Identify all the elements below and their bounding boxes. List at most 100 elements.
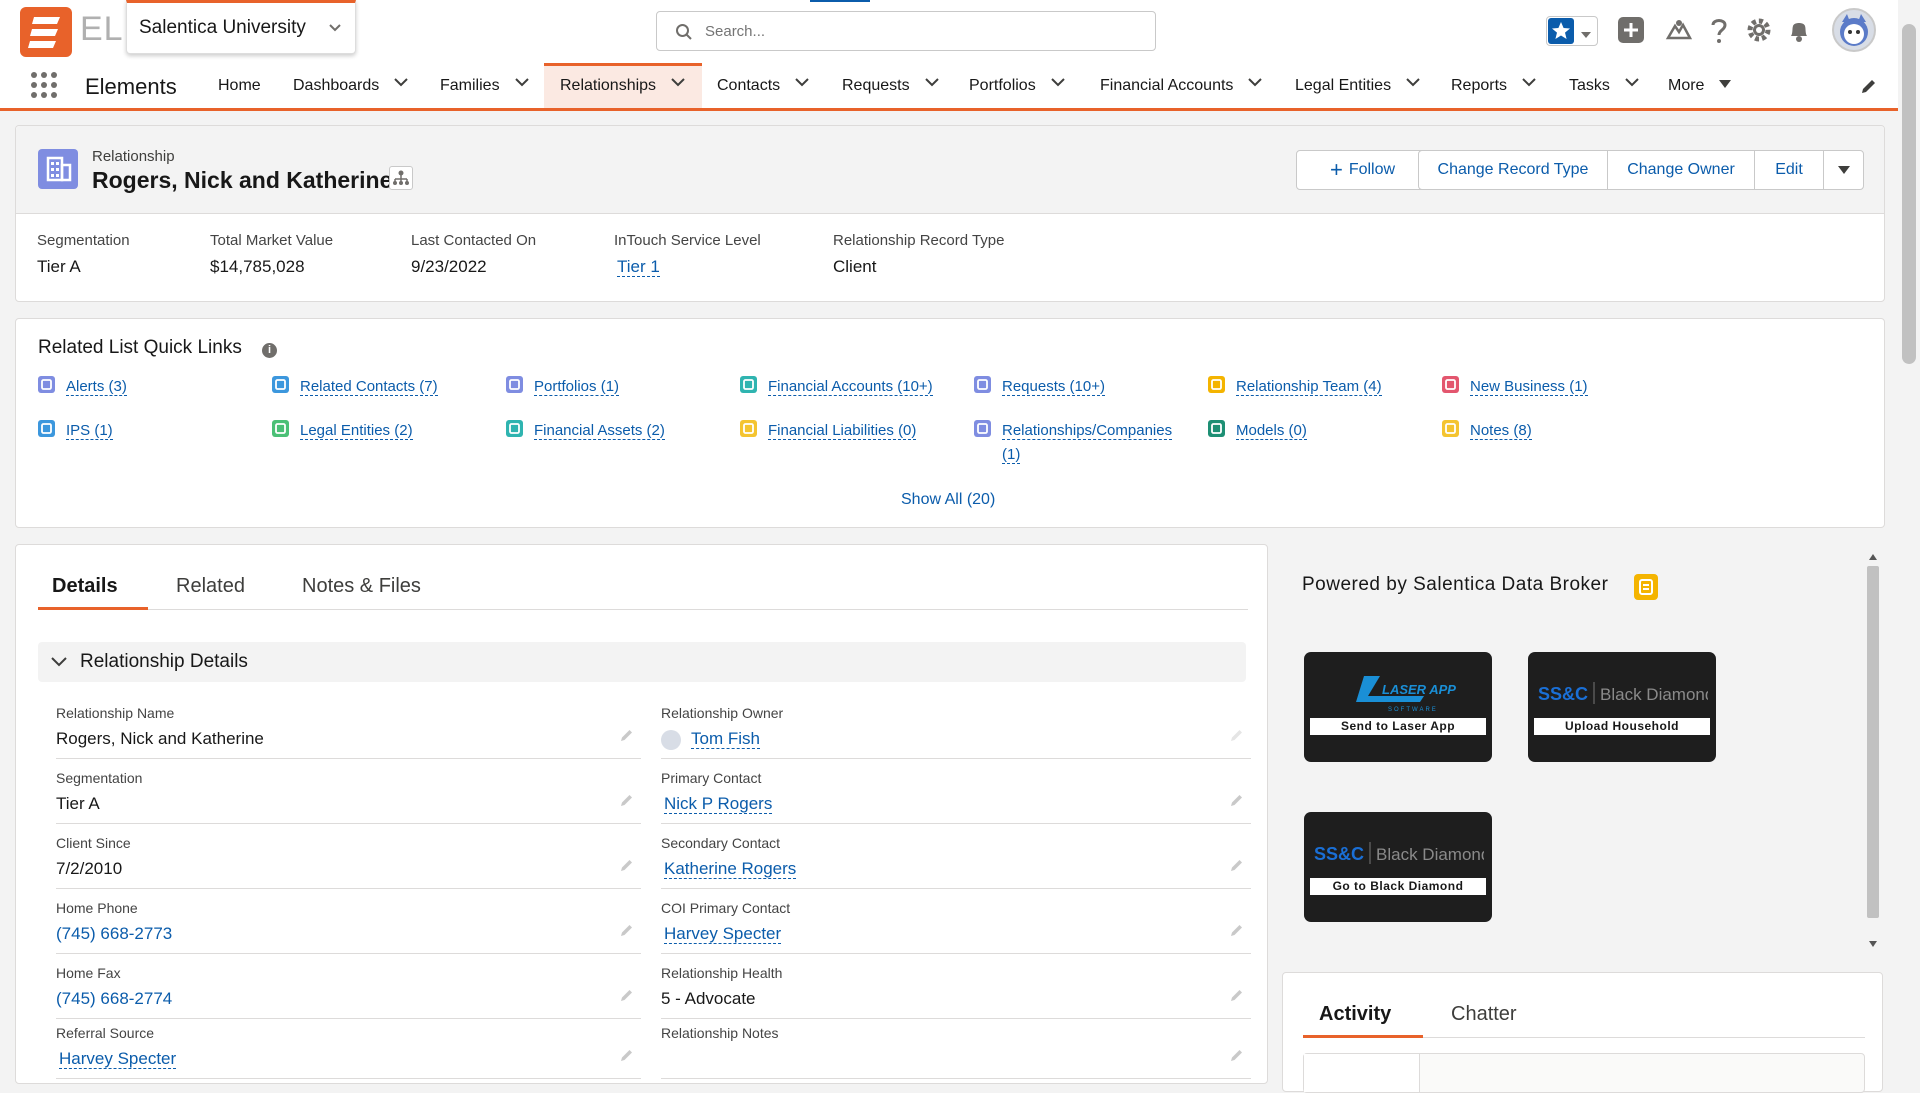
- pencil-icon[interactable]: [619, 727, 635, 748]
- gear-icon[interactable]: [1745, 16, 1773, 49]
- nav-item-relationships[interactable]: Relationships: [544, 63, 703, 108]
- app-logo[interactable]: [20, 7, 72, 57]
- edit-button[interactable]: Edit: [1754, 150, 1824, 190]
- quick-link[interactable]: Notes (8): [1442, 419, 1662, 463]
- field-value[interactable]: (745) 668-2773: [56, 924, 172, 944]
- quick-link-label[interactable]: Portfolios (1): [534, 378, 620, 396]
- field-value[interactable]: Tom Fish: [661, 729, 760, 750]
- show-all-link[interactable]: Show All (20): [901, 491, 995, 509]
- pencil-icon[interactable]: [619, 1047, 635, 1068]
- change-owner-button[interactable]: Change Owner: [1607, 150, 1755, 190]
- quick-link[interactable]: Financial Assets (2): [506, 419, 726, 463]
- panel-scrollbar[interactable]: [1864, 548, 1882, 953]
- field-value-link[interactable]: Harvey Specter: [664, 924, 782, 944]
- change-record-type-button[interactable]: Change Record Type: [1418, 150, 1608, 190]
- quick-link-label[interactable]: Relationships/Companies: [1002, 422, 1173, 440]
- quick-link[interactable]: Related Contacts (7): [272, 375, 492, 419]
- pencil-icon[interactable]: [1860, 77, 1878, 100]
- quick-link-label[interactable]: Relationship Team (4): [1236, 378, 1382, 396]
- chevron-down-icon[interactable]: [1405, 63, 1421, 108]
- chevron-down-icon[interactable]: [924, 63, 940, 108]
- tab-activity[interactable]: Activity: [1319, 1003, 1391, 1026]
- field-value-link[interactable]: Tom Fish: [691, 729, 760, 749]
- chevron-down-icon[interactable]: [514, 63, 530, 108]
- nav-item-requests[interactable]: Requests: [842, 63, 940, 108]
- quick-link-label[interactable]: Related Contacts (7): [300, 378, 438, 396]
- favorites-button[interactable]: [1546, 16, 1598, 46]
- chevron-down-icon[interactable]: [1521, 63, 1537, 108]
- nav-item-legal-entities[interactable]: Legal Entities: [1295, 63, 1421, 108]
- pencil-icon[interactable]: [1229, 922, 1245, 943]
- app-launcher-icon[interactable]: [30, 71, 58, 104]
- go-to-black-diamond-tile[interactable]: SS&C Black Diamond Go to Black Diamond: [1304, 812, 1492, 922]
- quick-link[interactable]: IPS (1): [38, 419, 258, 463]
- field-value-link[interactable]: Katherine Rogers: [664, 859, 797, 879]
- quick-link-label[interactable]: Financial Accounts (10+): [768, 378, 933, 396]
- pencil-icon[interactable]: [1229, 1047, 1245, 1068]
- global-actions-add-icon[interactable]: [1617, 16, 1645, 49]
- quick-link-label-continued[interactable]: (1): [1002, 446, 1021, 464]
- nav-item-tasks[interactable]: Tasks: [1569, 63, 1640, 108]
- pencil-icon[interactable]: [619, 987, 635, 1008]
- pencil-icon[interactable]: [1229, 987, 1245, 1008]
- quick-link[interactable]: Financial Liabilities (0): [740, 419, 960, 463]
- notifications-bell-icon[interactable]: [1785, 16, 1813, 49]
- info-icon[interactable]: i: [262, 343, 277, 358]
- field-value-link[interactable]: Harvey Specter: [59, 1049, 177, 1069]
- nav-item-financial-accounts[interactable]: Financial Accounts: [1100, 63, 1263, 108]
- quick-link[interactable]: Relationship Team (4): [1208, 375, 1428, 419]
- pencil-icon[interactable]: [619, 857, 635, 878]
- scrollbar-thumb[interactable]: [1902, 24, 1916, 364]
- service-level-link[interactable]: Tier 1: [617, 257, 660, 277]
- quick-link-label[interactable]: Financial Assets (2): [534, 422, 665, 440]
- nav-item-portfolios[interactable]: Portfolios: [969, 63, 1066, 108]
- tab-related[interactable]: Related: [176, 575, 245, 598]
- pencil-icon[interactable]: [1229, 857, 1245, 878]
- follow-button[interactable]: + Follow: [1296, 150, 1429, 190]
- quick-link-label[interactable]: Notes (8): [1470, 422, 1532, 440]
- quick-link[interactable]: Legal Entities (2): [272, 419, 492, 463]
- chevron-down-icon[interactable]: [393, 63, 409, 108]
- chevron-down-icon[interactable]: [1050, 63, 1066, 108]
- quick-link[interactable]: Relationships/Companies (1): [974, 419, 1194, 464]
- upload-household-tile[interactable]: SS&C Black Diamond Upload Household: [1528, 652, 1716, 762]
- pencil-icon[interactable]: [1229, 792, 1245, 813]
- chevron-down-icon[interactable]: [1247, 63, 1263, 108]
- more-actions-button[interactable]: [1823, 150, 1864, 190]
- field-value[interactable]: Nick P Rogers: [664, 794, 773, 814]
- quick-link[interactable]: Requests (10+): [974, 375, 1194, 419]
- tab-details[interactable]: Details: [52, 575, 118, 598]
- field-value-link[interactable]: Nick P Rogers: [664, 794, 773, 814]
- nav-item-families[interactable]: Families: [440, 63, 530, 108]
- nav-item-home[interactable]: Home: [218, 63, 261, 108]
- nav-item-dashboards[interactable]: Dashboards: [293, 63, 409, 108]
- view-hierarchy-button[interactable]: [389, 166, 413, 190]
- user-avatar[interactable]: [1832, 8, 1876, 52]
- nav-item-contacts[interactable]: Contacts: [717, 63, 810, 108]
- quick-link-label[interactable]: Legal Entities (2): [300, 422, 413, 440]
- chevron-down-icon[interactable]: [1624, 63, 1640, 108]
- field-value-link[interactable]: (745) 668-2774: [56, 989, 172, 1008]
- quick-link-label[interactable]: New Business (1): [1470, 378, 1588, 396]
- quick-link-label[interactable]: Alerts (3): [66, 378, 127, 396]
- field-value[interactable]: Harvey Specter: [664, 924, 782, 944]
- help-icon[interactable]: [1707, 16, 1731, 49]
- quick-link[interactable]: New Business (1): [1442, 375, 1662, 419]
- page-scrollbar[interactable]: [1898, 0, 1920, 1080]
- tab-notes-files[interactable]: Notes & Files: [302, 575, 421, 598]
- quick-link[interactable]: Alerts (3): [38, 375, 258, 419]
- pencil-icon[interactable]: [619, 922, 635, 943]
- send-to-laser-app-tile[interactable]: LASER APP SOFTWARE Send to Laser App: [1304, 652, 1492, 762]
- field-value[interactable]: (745) 668-2774: [56, 989, 172, 1009]
- global-search[interactable]: [656, 11, 1156, 51]
- pencil-icon[interactable]: [619, 792, 635, 813]
- field-value[interactable]: Katherine Rogers: [664, 859, 797, 879]
- field-value-link[interactable]: (745) 668-2773: [56, 924, 172, 943]
- trailhead-icon[interactable]: [1665, 16, 1693, 49]
- quick-link-label[interactable]: Models (0): [1236, 422, 1307, 440]
- chevron-down-icon[interactable]: [794, 63, 810, 108]
- field-value[interactable]: Harvey Specter: [59, 1049, 177, 1069]
- chevron-down-icon[interactable]: [670, 66, 686, 105]
- org-switcher[interactable]: Salentica University: [126, 0, 356, 54]
- nav-item-reports[interactable]: Reports: [1451, 63, 1537, 108]
